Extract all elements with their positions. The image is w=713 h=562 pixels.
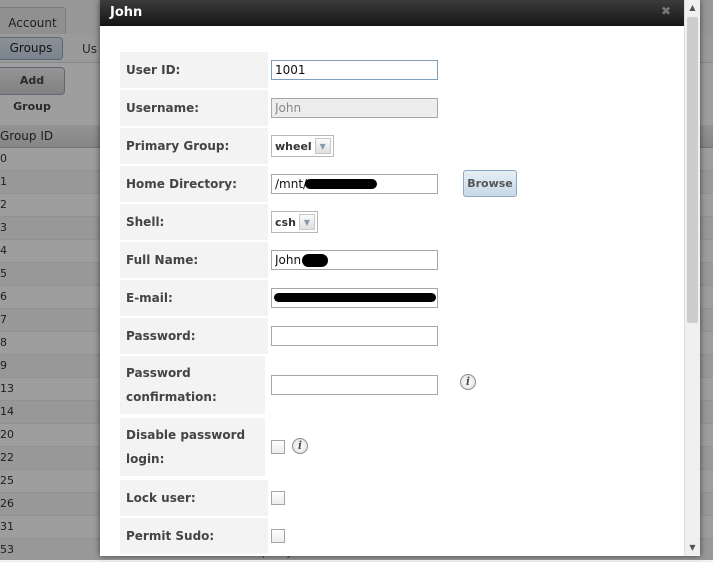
full-name-input[interactable] (271, 250, 438, 270)
password-label: Password: (120, 318, 268, 354)
home-directory-label: Home Directory: (120, 166, 268, 202)
username-input (271, 98, 438, 118)
info-icon[interactable]: i (460, 374, 476, 390)
scroll-down-icon[interactable]: ▼ (685, 540, 700, 556)
form-row-full-name: Full Name: (120, 242, 590, 278)
password-confirmation-label: Password confirmation: (120, 356, 265, 414)
edit-user-dialog: John ✖ User ID: Username: Primary Group:… (100, 0, 700, 556)
form-row-shell: Shell: csh ▼ (120, 204, 590, 240)
form-row-home-directory: Home Directory: Browse (120, 166, 590, 202)
shell-label: Shell: (120, 204, 268, 240)
password-confirmation-input[interactable] (271, 375, 438, 395)
user-id-input[interactable] (271, 60, 438, 80)
form-row-username: Username: (120, 90, 590, 126)
chevron-down-icon[interactable]: ▼ (298, 214, 315, 230)
redaction-mark (302, 254, 328, 267)
disable-password-login-label: Disable password login: (120, 418, 265, 476)
shell-value: csh (275, 215, 296, 229)
shell-select[interactable]: csh ▼ (271, 211, 318, 233)
form-row-password-confirmation: Password confirmation: i (120, 356, 590, 414)
permit-sudo-checkbox[interactable] (271, 529, 285, 543)
form-row-user-id: User ID: (120, 52, 590, 88)
form-row-password: Password: (120, 318, 590, 354)
form-row-email: E-mail: (120, 280, 590, 316)
lock-user-label: Lock user: (120, 480, 268, 516)
form-row-primary-group: Primary Group: wheel ▼ (120, 128, 590, 164)
full-name-label: Full Name: (120, 242, 268, 278)
scroll-up-icon[interactable]: ▲ (685, 0, 700, 16)
redaction-mark (274, 293, 436, 302)
chevron-down-icon[interactable]: ▼ (314, 138, 331, 154)
scrollbar-thumb[interactable] (687, 17, 698, 323)
form-row-permit-sudo: Permit Sudo: (120, 518, 590, 554)
form-row-disable-password-login: Disable password login: i (120, 418, 590, 476)
password-input[interactable] (271, 326, 438, 346)
primary-group-select[interactable]: wheel ▼ (271, 135, 334, 157)
disable-password-login-checkbox[interactable] (271, 440, 285, 454)
browse-button[interactable]: Browse (463, 170, 517, 197)
username-label: Username: (120, 90, 268, 126)
redaction-mark (305, 179, 377, 189)
user-id-label: User ID: (120, 52, 268, 88)
form-row-lock-user: Lock user: (120, 480, 590, 516)
dialog-scrollbar[interactable]: ▲ ▼ (684, 0, 700, 556)
email-label: E-mail: (120, 280, 268, 316)
close-icon[interactable]: ✖ (659, 4, 673, 18)
primary-group-value: wheel (275, 139, 312, 153)
lock-user-checkbox[interactable] (271, 491, 285, 505)
primary-group-label: Primary Group: (120, 128, 268, 164)
dialog-title: John (100, 0, 700, 26)
info-icon[interactable]: i (292, 438, 308, 454)
permit-sudo-label: Permit Sudo: (120, 518, 268, 554)
